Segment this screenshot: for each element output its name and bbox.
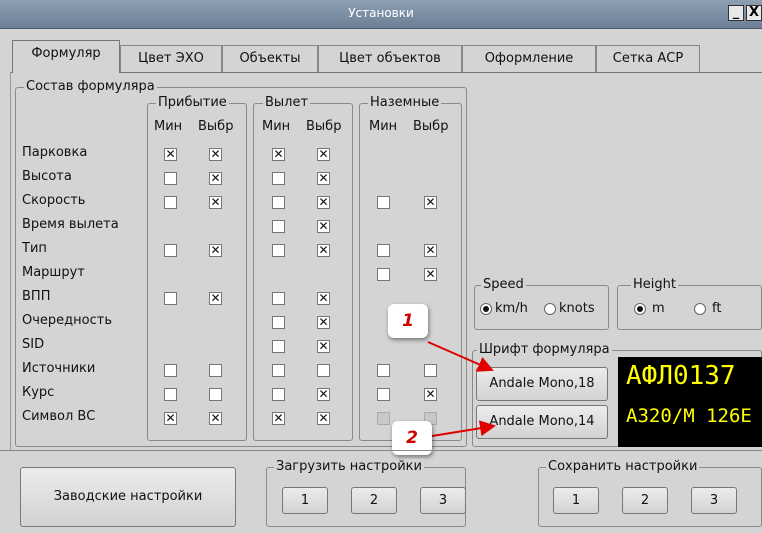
load-preset-3-button[interactable]: 3 [420, 487, 466, 514]
tab-formular[interactable]: Формуляр [12, 40, 120, 73]
factory-settings-button[interactable]: Заводские настройки [20, 467, 236, 527]
arrow-1 [427, 341, 494, 372]
save-settings-title: Сохранить настройки [546, 459, 700, 474]
load-preset-1-button[interactable]: 1 [282, 487, 328, 514]
callout-1: 1 [388, 304, 428, 338]
load-preset-2-button[interactable]: 2 [351, 487, 397, 514]
arrow-2 [431, 420, 496, 437]
load-settings-title: Загрузить настройки [274, 459, 424, 474]
save-preset-3-button[interactable]: 3 [691, 487, 737, 514]
save-preset-1-button[interactable]: 1 [553, 487, 599, 514]
save-preset-2-button[interactable]: 2 [622, 487, 668, 514]
